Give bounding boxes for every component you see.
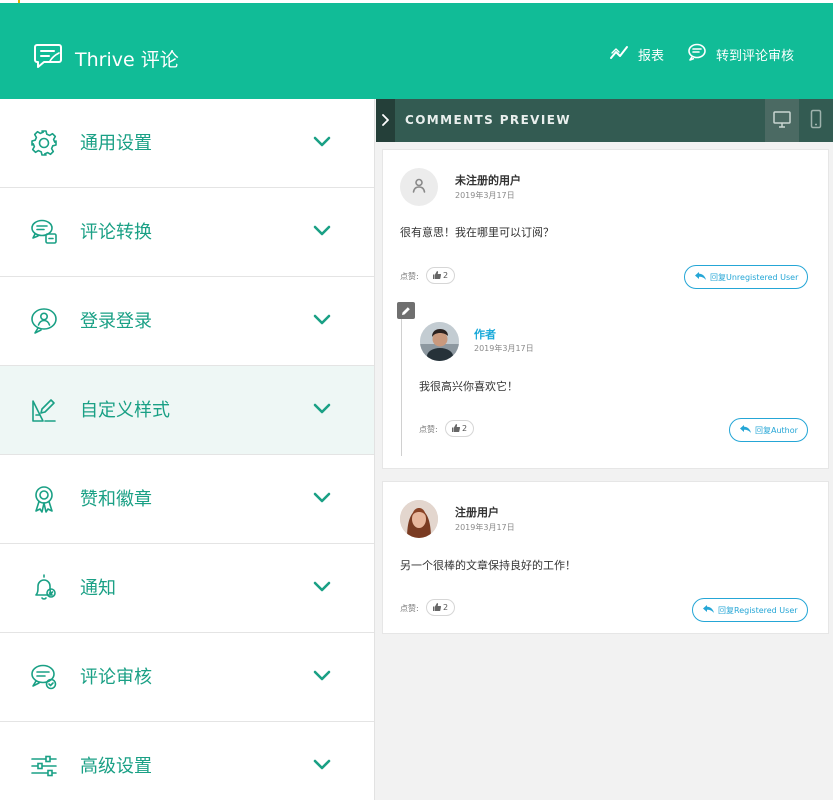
comment-text: 另一个很棒的文章保持良好的工作！ — [400, 559, 576, 572]
comment-date: 2019年3月17日 — [455, 523, 515, 532]
pencil-icon — [401, 301, 411, 320]
likes-label: 点赞: — [419, 425, 438, 434]
comment-author-name: 未注册的用户 — [455, 174, 521, 187]
like-count: 2 — [442, 603, 449, 612]
mobile-icon — [806, 109, 826, 133]
chevron-down-icon — [312, 401, 332, 415]
reply-label: 回复Unregistered User — [710, 272, 799, 282]
reply-arrow-icon — [695, 271, 710, 283]
sidebar-item-label: 通知 — [80, 578, 116, 599]
app-header: Thrive 评论 报表 转到评论审核 — [0, 3, 833, 99]
sidebar-item-label: 评论转换 — [80, 222, 152, 243]
reply-arrow-icon — [703, 604, 718, 616]
likes-label: 点赞: — [400, 604, 419, 613]
chevron-right-icon — [381, 111, 390, 130]
like-button[interactable]: 2 — [426, 267, 455, 284]
thumbs-up-icon — [432, 602, 443, 613]
reply-arrow-icon — [740, 424, 755, 436]
chevron-down-icon — [312, 490, 332, 504]
reports-link[interactable]: 报表 — [609, 43, 664, 65]
user-photo-icon — [400, 500, 438, 538]
likes-label: 点赞: — [400, 272, 419, 281]
comment-date: 2019年3月17日 — [455, 191, 515, 200]
badge-icon — [29, 484, 59, 514]
avatar — [400, 500, 438, 538]
reply-thread-line — [401, 313, 402, 456]
moderation-icon — [29, 662, 59, 692]
reports-label: 报表 — [638, 48, 665, 64]
sidebar-item-comment-moderation[interactable]: 评论审核 — [0, 633, 374, 722]
sidebar-item-notifications[interactable]: 通知 — [0, 544, 374, 633]
edit-reply-button[interactable] — [397, 302, 415, 319]
chevron-down-icon — [312, 312, 332, 326]
sidebar-item-label: 通用设置 — [80, 133, 152, 154]
settings-sidebar: 通用设置 评论转换 登录登录 自定义样式 赞和徽章 通知 评论审核 高级设置 — [0, 99, 375, 800]
mobile-preview-button[interactable] — [799, 99, 833, 142]
bell-icon — [29, 573, 59, 603]
comment-card: 注册用户 2019年3月17日 另一个很棒的文章保持良好的工作！ 点赞: 2 回… — [382, 481, 829, 634]
comment-text: 我很高兴你喜欢它！ — [419, 380, 518, 393]
sidebar-item-comment-conversion[interactable]: 评论转换 — [0, 188, 374, 277]
moderation-chat-icon — [687, 43, 716, 65]
like-button[interactable]: 2 — [426, 599, 455, 616]
reply-button[interactable]: 回复Author — [729, 418, 808, 442]
gear-icon — [29, 128, 59, 158]
sidebar-item-label: 高级设置 — [80, 756, 152, 777]
reply-button[interactable]: 回复Unregistered User — [684, 265, 809, 289]
comment-author-name: 作者 — [474, 328, 496, 341]
sidebar-item-custom-style[interactable]: 自定义样式 — [0, 366, 374, 455]
reply-button[interactable]: 回复Registered User — [692, 598, 808, 622]
user-placeholder-icon — [411, 177, 427, 197]
style-icon — [29, 395, 59, 425]
like-button[interactable]: 2 — [445, 420, 474, 437]
sidebar-item-label: 登录登录 — [80, 311, 152, 332]
reply-label: 回复Author — [755, 425, 798, 435]
thumbs-up-icon — [432, 270, 443, 281]
sliders-icon — [29, 751, 59, 781]
chevron-down-icon — [312, 757, 332, 771]
chevron-down-icon — [312, 579, 332, 593]
chevron-down-icon — [312, 668, 332, 682]
like-count: 2 — [442, 271, 449, 280]
desktop-preview-button[interactable] — [765, 99, 799, 142]
brand: Thrive 评论 — [33, 42, 179, 74]
comment-thread-card: 未注册的用户 2019年3月17日 很有意思！我在哪里可以订阅？ 点赞: 2 回… — [382, 149, 829, 469]
trend-chart-icon — [609, 43, 638, 65]
sidebar-item-label: 赞和徽章 — [80, 489, 152, 510]
comment-author-name: 注册用户 — [455, 506, 499, 519]
sidebar-item-advanced-settings[interactable]: 高级设置 — [0, 722, 374, 800]
collapse-preview-button[interactable] — [376, 99, 395, 142]
sidebar-item-votes-badges[interactable]: 赞和徽章 — [0, 455, 374, 544]
sidebar-item-label: 评论审核 — [80, 667, 152, 688]
sidebar-item-general-settings[interactable]: 通用设置 — [0, 99, 374, 188]
chevron-down-icon — [312, 134, 332, 148]
thumbs-up-icon — [451, 423, 462, 434]
comment-convert-icon — [29, 217, 59, 247]
comment-date: 2019年3月17日 — [474, 344, 534, 353]
comments-preview-title: COMMENTS PREVIEW — [405, 113, 571, 127]
avatar — [420, 322, 459, 361]
comments-preview-bar: COMMENTS PREVIEW — [376, 99, 833, 142]
author-photo-icon — [420, 322, 459, 361]
comment-text: 很有意思！我在哪里可以订阅？ — [400, 226, 554, 239]
like-count: 2 — [461, 424, 468, 433]
moderation-label: 转到评论审核 — [716, 48, 795, 64]
desktop-icon — [772, 109, 792, 133]
chevron-down-icon — [312, 223, 332, 237]
go-to-moderation-link[interactable]: 转到评论审核 — [687, 43, 794, 65]
avatar — [400, 168, 438, 206]
app-title: Thrive 评论 — [75, 48, 179, 71]
reply-label: 回复Registered User — [718, 605, 798, 615]
sidebar-item-login[interactable]: 登录登录 — [0, 277, 374, 366]
sidebar-item-label: 自定义样式 — [80, 400, 170, 421]
user-login-icon — [29, 306, 59, 336]
thrive-comments-logo-icon — [33, 42, 63, 74]
